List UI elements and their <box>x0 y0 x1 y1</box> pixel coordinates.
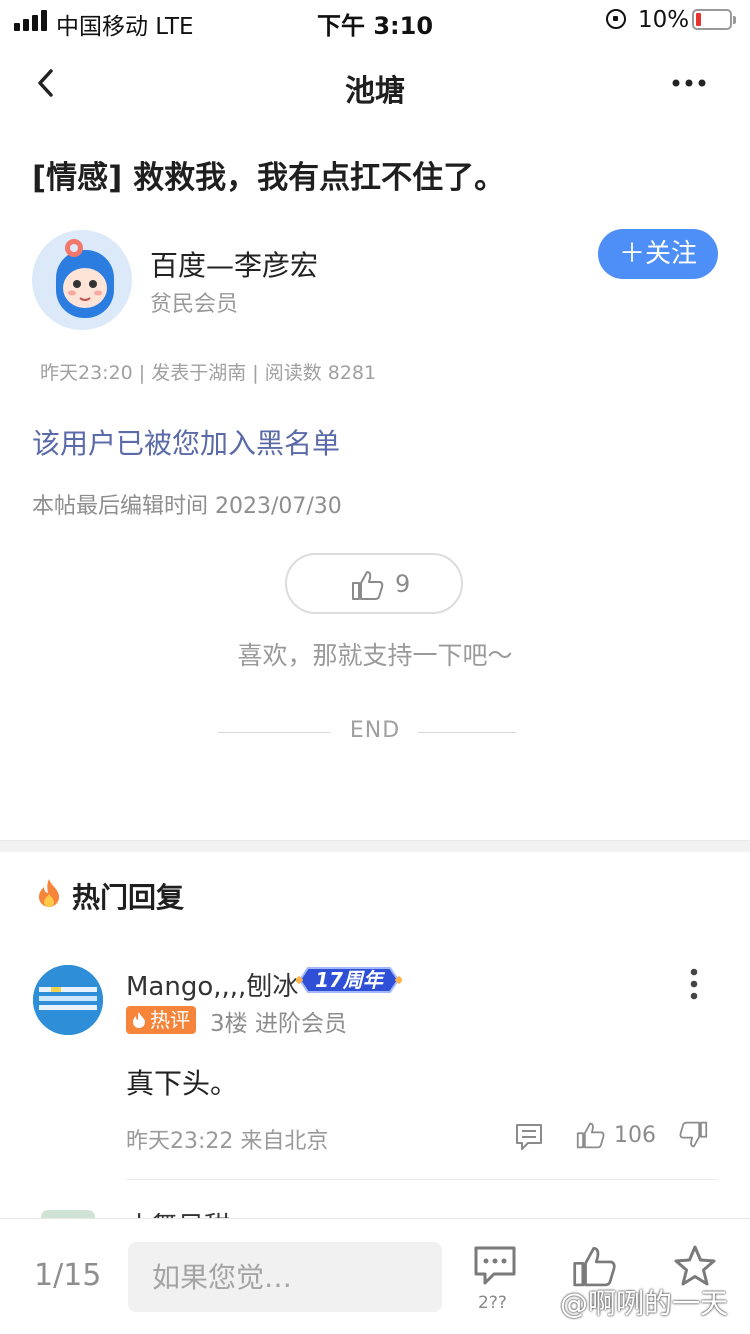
page-indicator[interactable]: 1/15 <box>34 1258 101 1293</box>
comment-count: 2?? <box>478 1293 507 1313</box>
blacklist-notice: 该用户已被您加入黑名单 <box>32 427 341 460</box>
like-hint: 喜欢，那就支持一下吧～ <box>237 641 513 670</box>
end-label: END <box>349 718 401 743</box>
comment-input[interactable] <box>128 1242 442 1312</box>
watermark: @啊咧的一天 <box>560 1287 729 1320</box>
reply-floor-level: 3楼 进阶会员 <box>210 1011 347 1037</box>
more-dots-icon <box>672 79 706 87</box>
hot-reply-tag-label: 热评 <box>150 1008 190 1032</box>
status-bar: 中国移动 LTE 下午 3:10 10% <box>0 0 750 40</box>
rotation-lock-icon <box>606 9 626 29</box>
reply-text: 真下头。 <box>126 1067 239 1100</box>
reply-separator <box>126 1179 718 1180</box>
follow-button[interactable]: ＋关注 <box>598 229 718 279</box>
anniversary-badge: 17周年 <box>296 967 402 993</box>
reply-like-icon[interactable] <box>576 1120 606 1150</box>
reply-avatar[interactable] <box>33 965 103 1035</box>
hot-reply-tag: 热评 <box>126 1006 196 1034</box>
comment-icon[interactable] <box>472 1244 518 1288</box>
reply-username[interactable]: Mango,,,,刨冰 <box>126 966 298 1003</box>
reply-more-button[interactable] <box>680 966 708 1002</box>
hot-replies-title: 热门回复 <box>72 881 185 914</box>
fire-icon <box>39 879 59 907</box>
author-level: 贫民会员 <box>150 292 239 317</box>
vertical-dots-icon <box>690 968 698 1000</box>
post-like-button[interactable]: 9 <box>285 553 463 614</box>
reply-time-location: 昨天23:22 来自北京 <box>126 1129 329 1154</box>
dislike-icon[interactable] <box>678 1120 708 1150</box>
anniversary-badge-text: 17周年 <box>315 968 386 992</box>
post-like-count: 9 <box>395 570 411 598</box>
section-divider <box>0 840 750 852</box>
thumbs-up-icon <box>352 571 384 600</box>
reply-avatar-image <box>33 965 103 1035</box>
post-title: [情感] 救救我，我有点扛不住了。 <box>32 160 506 196</box>
flame-icon <box>133 1012 145 1028</box>
battery-icon <box>692 9 736 30</box>
more-button[interactable] <box>670 68 710 98</box>
battery-percent: 10% <box>638 7 690 33</box>
page-title: 池塘 <box>345 74 405 109</box>
edit-time: 本帖最后编辑时间 2023/07/30 <box>32 494 342 519</box>
reply-comment-icon[interactable] <box>514 1122 544 1152</box>
post-meta: 昨天23:20 | 发表于湖南 | 阅读数 8281 <box>40 362 377 384</box>
author-name[interactable]: 百度—李彦宏 <box>150 244 318 284</box>
author-avatar[interactable] <box>32 230 132 330</box>
reply-like-count: 106 <box>614 1123 656 1148</box>
cartoon-avatar-icon <box>56 239 114 318</box>
